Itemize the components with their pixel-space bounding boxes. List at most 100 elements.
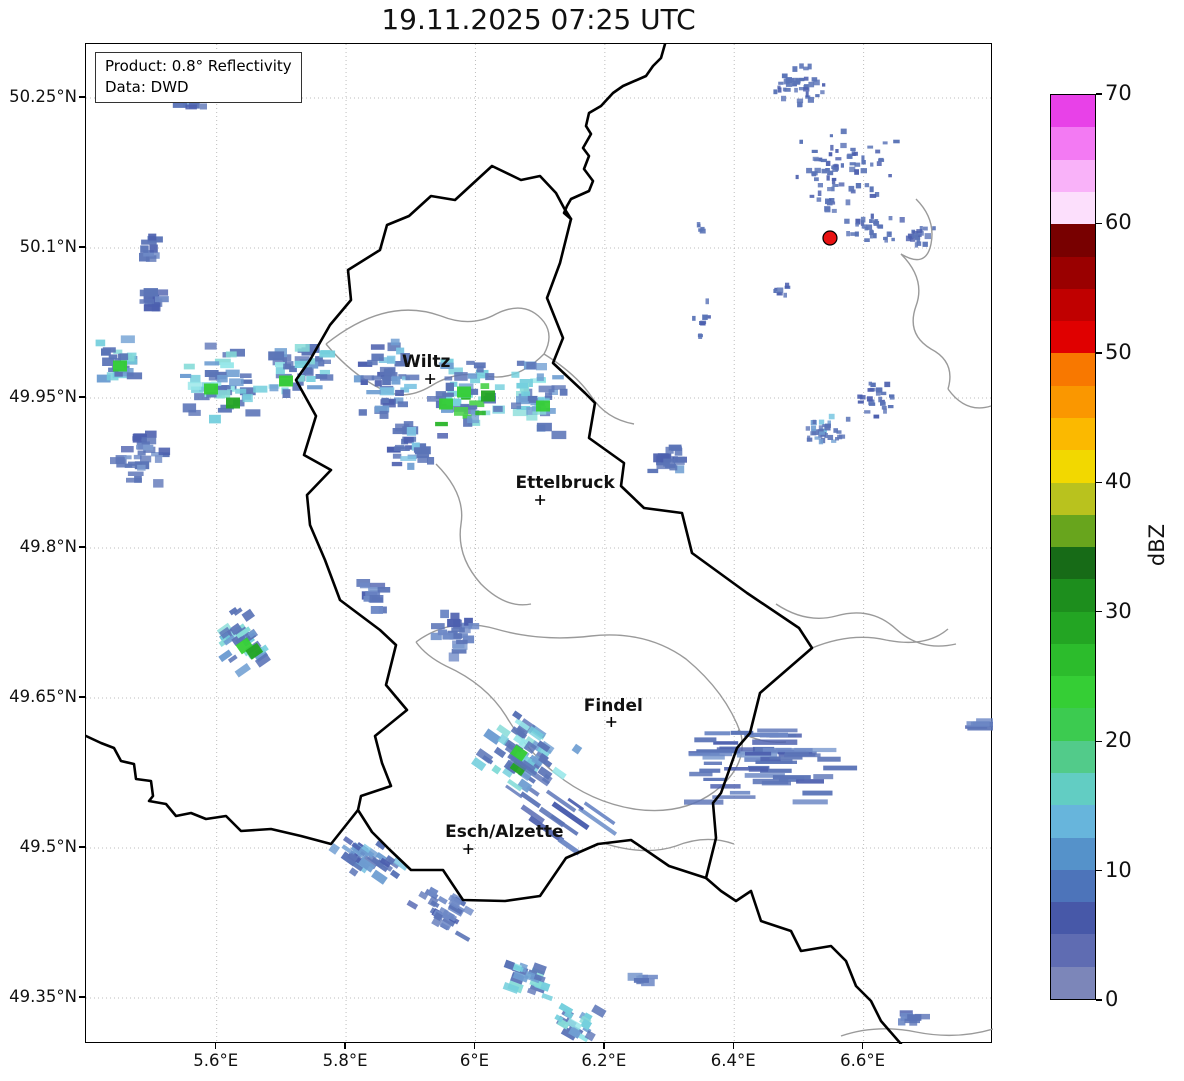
- echo-cell: [914, 242, 918, 248]
- echo-cell: [792, 799, 828, 805]
- city-label: Esch/Alzette: [445, 822, 563, 842]
- echo-cell: [407, 462, 415, 470]
- admin-borders: [325, 198, 993, 1037]
- echo-cell: [811, 425, 817, 432]
- echo-cell: [240, 373, 252, 378]
- echo-cell: [688, 752, 733, 757]
- x-tick-label: 6.6°E: [840, 1051, 886, 1070]
- echo-cell: [829, 134, 833, 138]
- echo-cell: [866, 396, 873, 402]
- echo-cell: [141, 437, 157, 445]
- echo-cell: [893, 139, 900, 144]
- colorbar-segment: [1051, 934, 1095, 967]
- echo-cell: [475, 410, 486, 416]
- colorbar-segment: [1051, 869, 1095, 903]
- echo-cell: [840, 142, 847, 149]
- page-title: 19.11.2025 07:25 UTC: [381, 3, 696, 36]
- echo-cell: [379, 366, 396, 376]
- echo-cell: [154, 455, 163, 463]
- echo-cell: [777, 87, 782, 93]
- echo-cell: [869, 186, 874, 193]
- echo-cell: [752, 739, 798, 745]
- echo-cell: [511, 402, 522, 409]
- echo-cell: [922, 226, 928, 231]
- echo-cluster: [627, 972, 658, 987]
- echo-cell: [845, 416, 851, 422]
- echo-cell: [137, 464, 146, 471]
- echo-cell: [684, 799, 724, 805]
- echo-cell: [794, 87, 798, 93]
- echo-cell: [797, 101, 803, 108]
- echo-cell: [827, 434, 834, 440]
- echo-cell: [817, 183, 823, 188]
- echo-cell: [700, 321, 706, 326]
- colorbar-segment: [1051, 95, 1095, 128]
- echo-cell: [647, 468, 659, 474]
- y-tick-label: 49.8°N: [19, 537, 77, 556]
- echo-cluster: [110, 430, 171, 488]
- echo-cell: [826, 175, 830, 181]
- echo-cell: [185, 104, 197, 110]
- echo-cell: [775, 748, 813, 753]
- echo-cell: [817, 756, 841, 762]
- echo-cell: [209, 414, 221, 424]
- echo-cell: [571, 743, 583, 755]
- echo-cell: [180, 373, 192, 378]
- echo-cell: [374, 380, 382, 387]
- country-border-path: [86, 734, 360, 846]
- echo-cell: [225, 369, 240, 377]
- city-marker-icon: [606, 717, 617, 727]
- colorbar-segment: [1051, 482, 1095, 515]
- echo-cell: [552, 375, 564, 380]
- echo-cell: [526, 362, 537, 370]
- y-tick-label: 50.1°N: [19, 237, 77, 256]
- x-tick-mark: [603, 1043, 605, 1049]
- echo-cell: [772, 775, 811, 780]
- echo-cell: [235, 388, 247, 394]
- echo-cell: [899, 217, 905, 223]
- echo-core-cell: [439, 398, 453, 410]
- echo-cell: [404, 383, 417, 389]
- echo-cell: [371, 375, 382, 380]
- y-tick-mark: [79, 96, 85, 98]
- echo-cell: [149, 244, 158, 253]
- echo-cell: [392, 453, 402, 459]
- echo-cell: [551, 430, 567, 440]
- echo-cell: [792, 66, 798, 72]
- echo-cell: [847, 153, 853, 159]
- echo-cell: [820, 158, 827, 163]
- echo-cell: [395, 444, 405, 449]
- echo-cell: [822, 83, 826, 87]
- product-line: Product: 0.8° Reflectivity: [105, 57, 292, 75]
- echo-cell: [813, 774, 834, 780]
- echo-cell: [512, 710, 523, 721]
- echo-cell: [400, 456, 417, 461]
- echo-cell: [818, 419, 825, 425]
- echo-cell: [143, 444, 154, 451]
- colorbar-segment: [1051, 902, 1095, 935]
- echo-cell: [888, 216, 893, 221]
- echo-cell: [932, 226, 936, 231]
- echo-cell: [253, 385, 268, 393]
- echo-cell: [812, 419, 817, 424]
- echo-cell: [382, 376, 391, 386]
- echo-cell: [799, 63, 804, 69]
- echo-cell: [873, 221, 880, 226]
- echo-cluster: [386, 421, 448, 470]
- echo-cell: [814, 436, 821, 440]
- echo-cell: [132, 436, 141, 441]
- x-tick-mark: [344, 1043, 346, 1049]
- echo-cell: [516, 382, 528, 389]
- echo-cell: [535, 363, 547, 371]
- echo-cell: [241, 608, 256, 622]
- echo-cell: [391, 461, 403, 467]
- echo-cell: [883, 236, 888, 241]
- admin-border-path: [325, 307, 550, 355]
- echo-cell: [815, 94, 820, 98]
- echo-cell: [440, 609, 449, 619]
- echo-cell: [870, 162, 874, 167]
- colorbar-segment: [1051, 837, 1095, 870]
- echo-cell: [633, 978, 649, 983]
- echo-cell: [121, 446, 134, 453]
- echo-cell: [823, 765, 858, 771]
